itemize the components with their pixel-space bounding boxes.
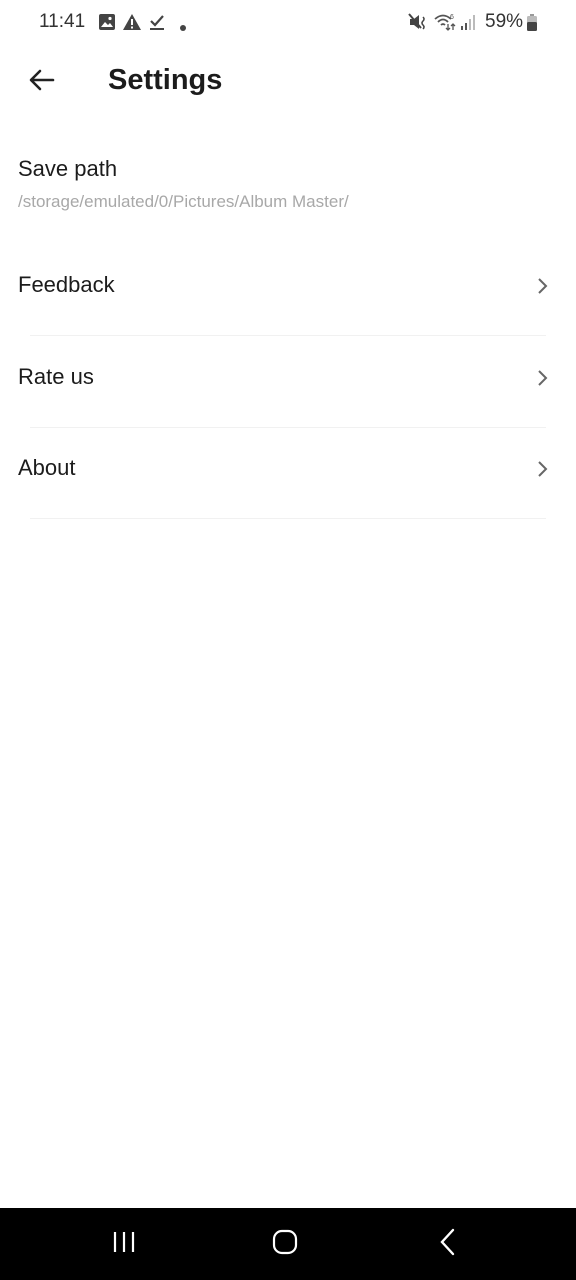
nav-back-icon: [438, 1228, 458, 1261]
gallery-notification-icon: [98, 13, 116, 36]
recent-apps-icon: [111, 1230, 137, 1259]
recent-apps-button[interactable]: [94, 1222, 154, 1266]
signal-icon: [460, 13, 478, 36]
status-time: 11:41: [39, 11, 86, 32]
wifi-6-icon: 6: [434, 13, 458, 36]
menu-item-label: About: [18, 455, 76, 480]
task-done-icon: [148, 13, 166, 36]
more-notifications-dot: [179, 19, 187, 37]
home-button[interactable]: [255, 1222, 315, 1266]
menu-item-about[interactable]: About: [0, 427, 576, 519]
page-title: Settings: [108, 64, 223, 96]
chevron-right-icon: [536, 459, 550, 479]
save-path-title: Save path: [18, 156, 118, 181]
divider: [30, 518, 546, 519]
menu-item-label: Rate us: [18, 364, 94, 389]
battery-percent: 59%: [485, 11, 524, 32]
home-icon: [272, 1229, 298, 1260]
back-button[interactable]: [22, 62, 62, 102]
menu-item-rate-us[interactable]: Rate us: [0, 336, 576, 428]
warning-icon: [122, 13, 142, 36]
status-bar: 11:41 6 59%: [0, 0, 576, 46]
chevron-right-icon: [536, 276, 550, 296]
nav-back-button[interactable]: [418, 1222, 478, 1266]
arrow-left-icon: [29, 69, 55, 96]
app-bar: Settings: [0, 50, 576, 114]
svg-text:6: 6: [450, 14, 454, 21]
mute-vibrate-icon: [408, 13, 428, 36]
battery-icon: [526, 14, 538, 37]
menu-item-label: Feedback: [18, 272, 115, 297]
chevron-right-icon: [536, 368, 550, 388]
menu-item-feedback[interactable]: Feedback: [0, 244, 576, 336]
save-path-setting[interactable]: Save path /storage/emulated/0/Pictures/A…: [0, 148, 576, 228]
save-path-value: /storage/emulated/0/Pictures/Album Maste…: [18, 192, 349, 211]
system-nav-bar: [0, 1208, 576, 1280]
